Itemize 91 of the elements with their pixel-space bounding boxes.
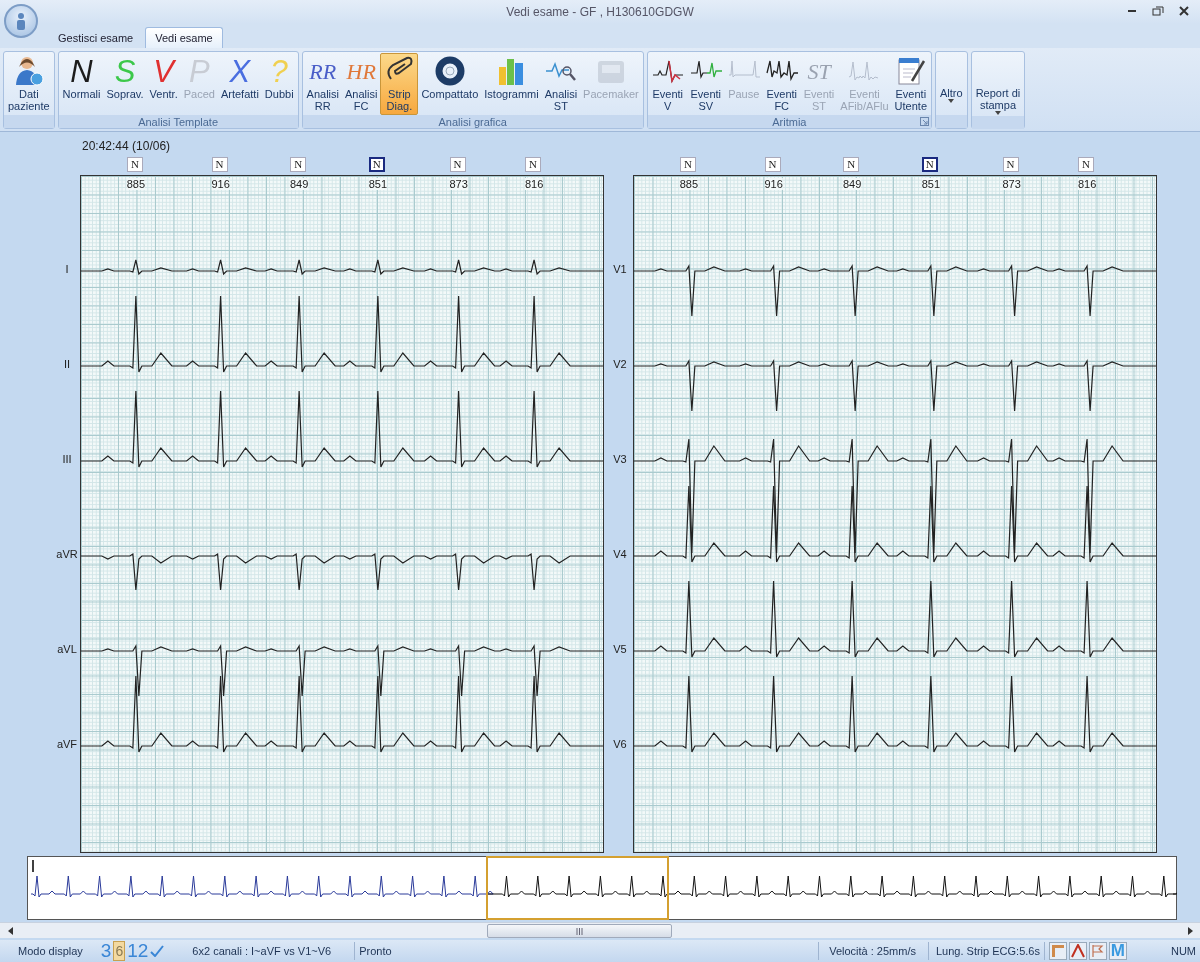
beat-marker[interactable]: N <box>368 156 385 172</box>
status-text: NUM <box>1170 945 1196 957</box>
beat-marker[interactable]: N <box>290 156 307 172</box>
beat-marker[interactable]: N <box>764 156 781 172</box>
launcher-icon <box>920 116 930 126</box>
lead-label: V4 <box>613 548 627 561</box>
caliper-icon <box>1070 944 1085 958</box>
ribbon-button[interactable]: V Ventr. <box>146 52 181 115</box>
beat-marker[interactable]: N <box>679 156 696 172</box>
group-caption: Analisi Template <box>58 114 298 128</box>
ribbon-button[interactable]: RR Analisi RR <box>303 52 342 115</box>
rr-interval: 873 <box>1002 177 1021 190</box>
rr-interval: 885 <box>126 177 146 190</box>
ribbon-tab[interactable]: Gestisci esame <box>48 26 144 48</box>
lead-label: II <box>63 358 71 371</box>
dialog-launcher-button[interactable] <box>920 116 930 126</box>
ribbon-button[interactable]: ? Dubbi <box>261 52 297 115</box>
lead-label: III <box>62 453 72 466</box>
ribbon-button[interactable]: Report di stampa <box>972 52 1024 116</box>
minimize-icon <box>1128 10 1136 12</box>
ribbon-button[interactable]: Eventi V <box>648 52 687 115</box>
rr-interval: 816 <box>524 177 544 190</box>
beat-marker[interactable]: N <box>1002 156 1019 172</box>
group-footer <box>971 115 1025 129</box>
right-arrow-icon <box>1187 926 1193 935</box>
rr-interval: 851 <box>368 177 387 190</box>
group-caption: Aritmia <box>647 114 932 128</box>
rr-interval: 816 <box>1077 177 1097 190</box>
ribbon-button[interactable]: Dati paziente <box>5 52 53 115</box>
beat-marker[interactable]: N <box>449 156 466 172</box>
close-icon <box>1178 6 1190 16</box>
lead-label: V5 <box>613 643 627 656</box>
flag-icon <box>1090 944 1105 958</box>
ring-icon <box>433 55 466 88</box>
group-footer <box>936 114 967 128</box>
lead-label: V1 <box>613 263 627 276</box>
selection-window[interactable] <box>486 856 669 921</box>
ribbon-button[interactable]: X Artefatti <box>217 52 262 115</box>
beat-marker[interactable]: N <box>525 156 542 172</box>
group-caption: Analisi grafica <box>302 114 643 128</box>
beat-marker[interactable]: N <box>1078 156 1095 172</box>
ribbon-button[interactable]: S Soprav. <box>103 52 147 115</box>
lead-label: aVR <box>56 548 78 561</box>
restore-icon <box>1152 6 1164 16</box>
ribbon-button[interactable]: N Normali <box>59 52 104 115</box>
status-text: 6x2 canali : I~aVF vs V1~V6 <box>192 945 332 957</box>
rr-interval: 849 <box>842 177 862 190</box>
app-menu-button[interactable] <box>4 4 38 38</box>
window-title: Vedi esame - GF , H130610GDGW <box>506 4 694 19</box>
rr-interval: 916 <box>211 177 230 190</box>
grip-icon <box>576 927 583 935</box>
lead-label: aVF <box>56 738 78 751</box>
ribbon-button[interactable]: Eventi Utente <box>891 52 931 115</box>
rr-interval: 885 <box>679 177 699 190</box>
caret-icon <box>948 98 955 103</box>
lead-label: I <box>65 263 69 276</box>
lead-label: V2 <box>613 358 627 371</box>
ribbon-button[interactable]: Eventi FC <box>762 52 801 115</box>
beat-marker[interactable]: N <box>126 156 143 172</box>
status-text: Modo display <box>18 945 83 957</box>
ribbon-button[interactable]: Eventi SV <box>686 52 725 115</box>
status-text: Velocità : 25mm/s <box>829 945 916 957</box>
scrollbar-thumb[interactable] <box>487 924 672 939</box>
rr-interval: 849 <box>289 177 309 190</box>
ribbon-button[interactable]: Compattato <box>418 52 482 115</box>
group-footer <box>4 114 54 128</box>
rr-interval: 851 <box>921 177 940 190</box>
toolbar-button[interactable] <box>1088 942 1107 960</box>
rr-interval: 873 <box>449 177 468 190</box>
left-arrow-icon <box>7 926 13 935</box>
lead-label: V6 <box>613 738 627 751</box>
beat-marker[interactable]: N <box>921 156 938 172</box>
status-text: Lung. Strip ECG:5.6s <box>936 945 1040 957</box>
lead-label: aVL <box>57 643 77 656</box>
person-icon <box>14 12 28 30</box>
toolbar-button[interactable] <box>1068 942 1087 960</box>
lead-label: V3 <box>613 453 627 466</box>
status-text: Pronto <box>359 945 392 957</box>
ribbon-button[interactable]: Altro <box>937 52 966 115</box>
beat-marker[interactable]: N <box>211 156 228 172</box>
ribbon-tab[interactable]: Vedi esame <box>145 26 223 48</box>
toolbar-button[interactable] <box>1048 942 1067 960</box>
beat-marker[interactable]: N <box>843 156 860 172</box>
ribbon-button[interactable]: Istogrammi <box>481 52 542 115</box>
check-icon <box>150 945 165 957</box>
timestamp: 20:42:44 (10/06) <box>82 138 171 153</box>
ribbon-button[interactable]: HR Analisi FC <box>342 52 381 115</box>
ruler-icon <box>1050 944 1065 958</box>
ribbon-button[interactable]: Strip Diag. <box>380 52 419 115</box>
rr-interval: 916 <box>764 177 783 190</box>
ribbon-button[interactable]: Analisi ST <box>541 52 581 115</box>
